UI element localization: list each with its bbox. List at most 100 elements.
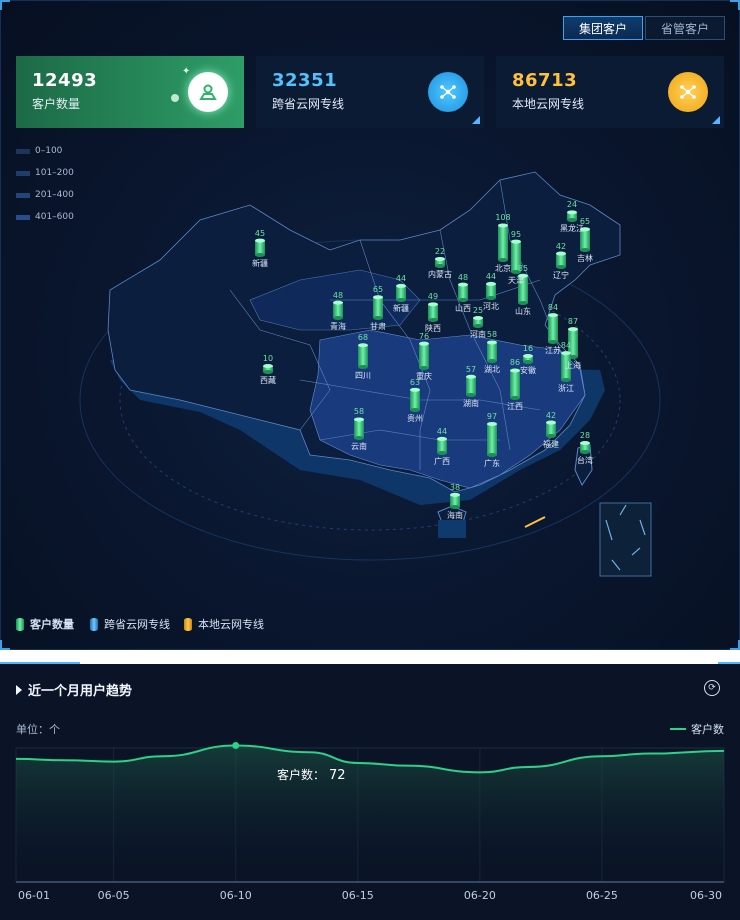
province-name: 湖北 [484,365,500,374]
province-cylinder[interactable] [333,300,343,320]
province-value: 44 [395,273,407,283]
province-value: 25 [472,306,484,315]
decor-comet [524,516,546,528]
province-cylinder[interactable] [548,313,558,344]
province-value: 63 [409,377,421,387]
trend-title-text: 近一个月用户趋势 [28,684,133,699]
province-cylinder[interactable] [487,340,497,363]
province-cylinder[interactable] [437,436,447,455]
legend-label: 跨省云网专线 [104,618,170,631]
province-value: 58 [486,330,498,340]
province-cylinder[interactable] [435,256,445,268]
province-cylinder[interactable] [556,251,566,269]
province-name: 贵州 [407,414,423,423]
province-value: 42 [545,410,557,420]
province-cylinder[interactable] [373,295,383,320]
legend-local: 本地云网专线 [184,616,264,632]
province-name: 黑龙江 [560,224,584,233]
province-name: 西藏 [260,376,276,385]
province-value: 68 [357,333,369,343]
province-cylinder[interactable] [358,343,368,369]
province-cylinder[interactable] [255,238,265,257]
province-value: 42 [555,241,567,251]
province-cylinder[interactable] [396,283,406,302]
province-value: 44 [436,426,448,436]
province-name: 河南 [470,330,486,339]
refresh-icon[interactable]: ⟳ [704,680,720,696]
province-value: 87 [567,317,579,327]
legend-customers: 客户数量 [16,616,74,632]
province-cylinder[interactable] [510,368,520,400]
province-name: 内蒙古 [428,270,452,279]
province-value: 86 [509,358,521,368]
province-name: 浙江 [558,384,574,393]
province-value: 49 [427,292,439,302]
trend-panel [0,664,740,920]
province-name: 上海 [565,361,581,370]
trend-title: 近一个月用户趋势 [16,680,132,699]
chart-tooltip: 客户数： 72 [277,766,346,783]
x-tick-label: 06-01 [18,889,50,902]
province-cylinder[interactable] [498,223,508,262]
province-name: 山东 [515,307,531,316]
province-value: 84 [560,341,572,351]
province-cylinder[interactable] [473,316,483,328]
province-name: 河北 [483,302,499,311]
province-name: 安徽 [520,366,536,375]
x-tick-label: 06-25 [585,889,618,902]
province-name: 青海 [330,322,346,331]
province-cylinder[interactable] [410,387,420,412]
x-tick-label: 06-15 [341,889,374,902]
province-cylinder[interactable] [419,341,429,370]
province-value: 97 [486,411,498,421]
province-name: 江苏 [545,346,561,355]
province-cylinder[interactable] [523,354,533,364]
province-name: 天津 [508,276,524,285]
legend-label: 客户数量 [30,618,74,631]
province-cylinder[interactable] [428,302,438,322]
province-value: 108 [495,213,511,223]
tooltip-label: 客户数： [277,768,326,782]
south-sea-inset [599,502,652,577]
province-name: 湖南 [463,399,479,408]
x-tick-label: 06-10 [219,889,252,902]
province-value: 48 [457,272,469,282]
province-cylinder[interactable] [354,417,364,440]
province-name: 四川 [355,371,371,380]
province-value: 10 [262,354,274,363]
map-extrusion [438,520,466,538]
province-cylinder[interactable] [567,210,577,222]
province-name: 海南 [447,511,463,520]
legend-cross-province: 跨省云网专线 [90,616,170,632]
series-legend-label: 客户数 [691,723,724,736]
province-cylinder[interactable] [263,364,273,374]
province-cylinder[interactable] [487,421,497,457]
province-value: 85 [517,263,529,273]
province-value: 24 [566,200,578,210]
province-name: 新疆 [393,304,409,313]
province-value: 65 [372,285,384,295]
province-value: 45 [254,228,266,238]
province-name: 新疆 [252,259,268,268]
province-name: 吉林 [577,254,593,263]
province-cylinder[interactable] [450,492,460,509]
province-name: 北京 [495,264,511,273]
province-value: 57 [465,364,477,374]
x-tick-label: 06-05 [97,889,130,902]
province-cylinder[interactable] [486,281,496,300]
province-name: 江西 [507,402,523,411]
series-legend: 客户数 [670,721,724,737]
province-value: 48 [332,290,344,300]
province-value: 58 [353,407,365,417]
province-name: 辽宁 [553,271,569,280]
province-name: 山西 [455,304,471,313]
province-cylinder[interactable] [458,282,468,302]
province-name: 甘肃 [370,322,386,331]
legend-label: 本地云网专线 [198,618,264,631]
province-value: 16 [522,344,534,353]
province-cylinder[interactable] [546,420,556,438]
province-cylinder[interactable] [580,441,590,454]
province-cylinder[interactable] [466,374,476,397]
x-tick-label: 06-20 [463,889,496,902]
province-name: 云南 [351,442,367,451]
